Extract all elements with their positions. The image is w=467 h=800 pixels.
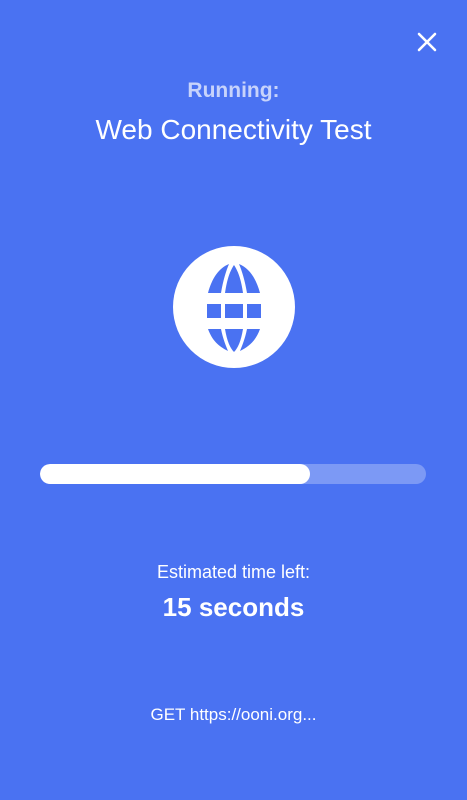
running-label: Running: bbox=[187, 79, 280, 102]
close-icon bbox=[417, 32, 437, 52]
test-name-title: Web Connectivity Test bbox=[95, 114, 372, 145]
test-running-screen: Running: Web Connectivity Test Estimated… bbox=[0, 0, 467, 800]
eta-value: 15 seconds bbox=[162, 592, 305, 622]
log-line: GET https://ooni.org... bbox=[150, 705, 317, 724]
progress-bar-fill bbox=[40, 464, 311, 484]
progress-bar bbox=[40, 464, 426, 484]
close-button[interactable] bbox=[409, 24, 445, 60]
globe-icon bbox=[173, 246, 295, 368]
eta-label: Estimated time left: bbox=[156, 562, 311, 582]
